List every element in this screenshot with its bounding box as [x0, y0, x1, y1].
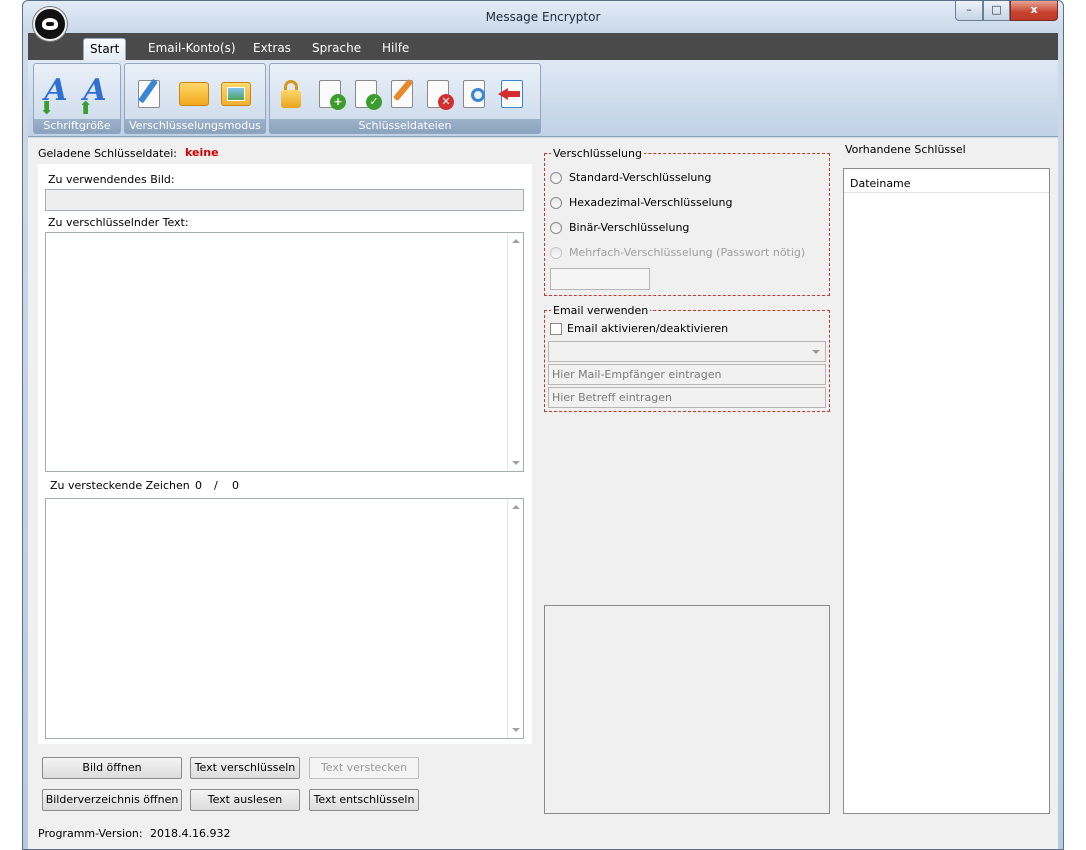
chars-total: 0 [232, 479, 239, 492]
edit-key-icon[interactable] [386, 74, 420, 114]
lock-icon[interactable] [276, 74, 310, 114]
decrypt-text-button[interactable]: Text entschlüsseln [309, 789, 419, 811]
maximize-button[interactable]: □ [983, 1, 1010, 21]
font-increase-icon[interactable]: ⬆ A [78, 74, 112, 120]
radio-standard-label[interactable]: Standard-Verschlüsselung [569, 171, 711, 184]
menu-bar: Start Email-Konto(s) Extras Sprache Hilf… [28, 33, 1058, 60]
main-content: Geladene Schlüsseldatei: keine Zu verwen… [28, 138, 1058, 849]
hidden-chars-area[interactable] [45, 498, 524, 739]
tab-email-konten[interactable]: Email-Konto(s) [142, 38, 242, 60]
app-window: Message Encryptor – □ x Start Email-Kont… [22, 0, 1064, 850]
hide-text-button[interactable]: Text verstecken [309, 757, 419, 779]
email-toggle-checkbox[interactable] [550, 323, 562, 335]
text-label: Zu verschlüsselnder Text: [48, 216, 189, 229]
chars-separator: / [214, 479, 218, 492]
email-group: Email verwenden Email aktivieren/deaktiv… [544, 304, 830, 412]
tab-extras[interactable]: Extras [247, 38, 297, 60]
ribbon: ⬇ A ⬆ A Schriftgröße Verschlüsselungsmodus… [28, 60, 1058, 137]
ribbon-group-label: Schriftgröße [34, 119, 120, 133]
search-key-icon[interactable] [458, 74, 492, 114]
encryption-group: Verschlüsselung Standard-Verschlüsselung… [544, 147, 830, 296]
email-legend: Email verwenden [551, 304, 651, 317]
image-preview-box [544, 605, 830, 814]
scroll-down-icon[interactable] [512, 461, 520, 465]
chevron-down-icon [812, 350, 820, 354]
image-path-field[interactable] [45, 189, 524, 211]
password-field[interactable] [550, 268, 650, 290]
keys-list[interactable]: Dateiname [843, 168, 1050, 814]
ribbon-group-encryption-mode: Verschlüsselungsmodus [124, 63, 266, 134]
key-file-label: Geladene Schlüsseldatei: [38, 147, 177, 160]
minimize-button[interactable]: – [955, 1, 983, 21]
plaintext-area[interactable] [45, 232, 524, 472]
radio-hexadecimal[interactable] [550, 197, 562, 209]
ribbon-group-label: Verschlüsselungsmodus [125, 119, 265, 133]
plaintext-scrollbar[interactable] [507, 233, 523, 471]
version-label: Programm-Version: [38, 827, 143, 840]
open-image-folder-button[interactable]: Bilderverzeichnis öffnen [42, 789, 182, 811]
tab-start[interactable]: Start [83, 38, 127, 60]
encryption-legend: Verschlüsselung [551, 147, 644, 160]
scroll-up-icon[interactable] [512, 239, 520, 243]
radio-binary-label[interactable]: Binär-Verschlüsselung [569, 221, 689, 234]
read-text-button[interactable]: Text auslesen [190, 789, 300, 811]
keys-list-header[interactable]: Dateiname [844, 173, 1049, 193]
recipient-field[interactable]: Hier Mail-Empfänger eintragen [548, 364, 826, 385]
edit-document-icon[interactable] [133, 74, 167, 114]
ribbon-group-key-files: + ✓ ✕ Schlüsseldateien [269, 63, 541, 134]
column-header-dateiname[interactable]: Dateiname [850, 177, 911, 190]
open-image-button[interactable]: Bild öffnen [42, 757, 182, 779]
radio-binary[interactable] [550, 222, 562, 234]
radio-multiple-label[interactable]: Mehrfach-Verschlüsselung (Passwort nötig… [569, 246, 805, 259]
scroll-up-icon[interactable] [512, 505, 520, 509]
export-key-icon[interactable] [496, 74, 530, 114]
tab-hilfe[interactable]: Hilfe [376, 38, 415, 60]
subject-field[interactable]: Hier Betreff eintragen [548, 387, 826, 408]
email-toggle-label[interactable]: Email aktivieren/deaktivieren [567, 322, 728, 335]
tab-sprache[interactable]: Sprache [306, 38, 367, 60]
key-file-value: keine [185, 146, 219, 159]
app-logo-icon[interactable] [33, 7, 67, 41]
hidden-chars-scrollbar[interactable] [507, 499, 523, 738]
radio-hexadecimal-label[interactable]: Hexadezimal-Verschlüsselung [569, 196, 732, 209]
chars-label: Zu versteckende Zeichen [50, 479, 190, 492]
email-account-select[interactable] [548, 341, 826, 362]
window-title: Message Encryptor [485, 10, 601, 24]
encrypt-text-button[interactable]: Text verschlüsseln [190, 757, 300, 779]
delete-key-icon[interactable]: ✕ [422, 74, 456, 114]
radio-multiple[interactable] [550, 247, 562, 259]
ribbon-group-label: Schlüsseldateien [270, 119, 540, 133]
confirm-key-icon[interactable]: ✓ [350, 74, 384, 114]
image-icon[interactable] [219, 74, 253, 114]
close-button[interactable]: x [1010, 1, 1058, 21]
chars-count: 0 [195, 479, 202, 492]
radio-standard[interactable] [550, 172, 562, 184]
ribbon-group-font-size: ⬇ A ⬆ A Schriftgröße [33, 63, 121, 134]
font-decrease-icon[interactable]: ⬇ A [39, 74, 73, 120]
title-bar[interactable]: Message Encryptor – □ x [23, 1, 1063, 33]
open-folder-icon[interactable] [177, 74, 211, 114]
keys-title: Vorhandene Schlüssel [845, 143, 966, 156]
version-value: 2018.4.16.932 [150, 827, 231, 840]
image-label: Zu verwendendes Bild: [48, 173, 175, 186]
add-key-icon[interactable]: + [314, 74, 348, 114]
scroll-down-icon[interactable] [512, 728, 520, 732]
